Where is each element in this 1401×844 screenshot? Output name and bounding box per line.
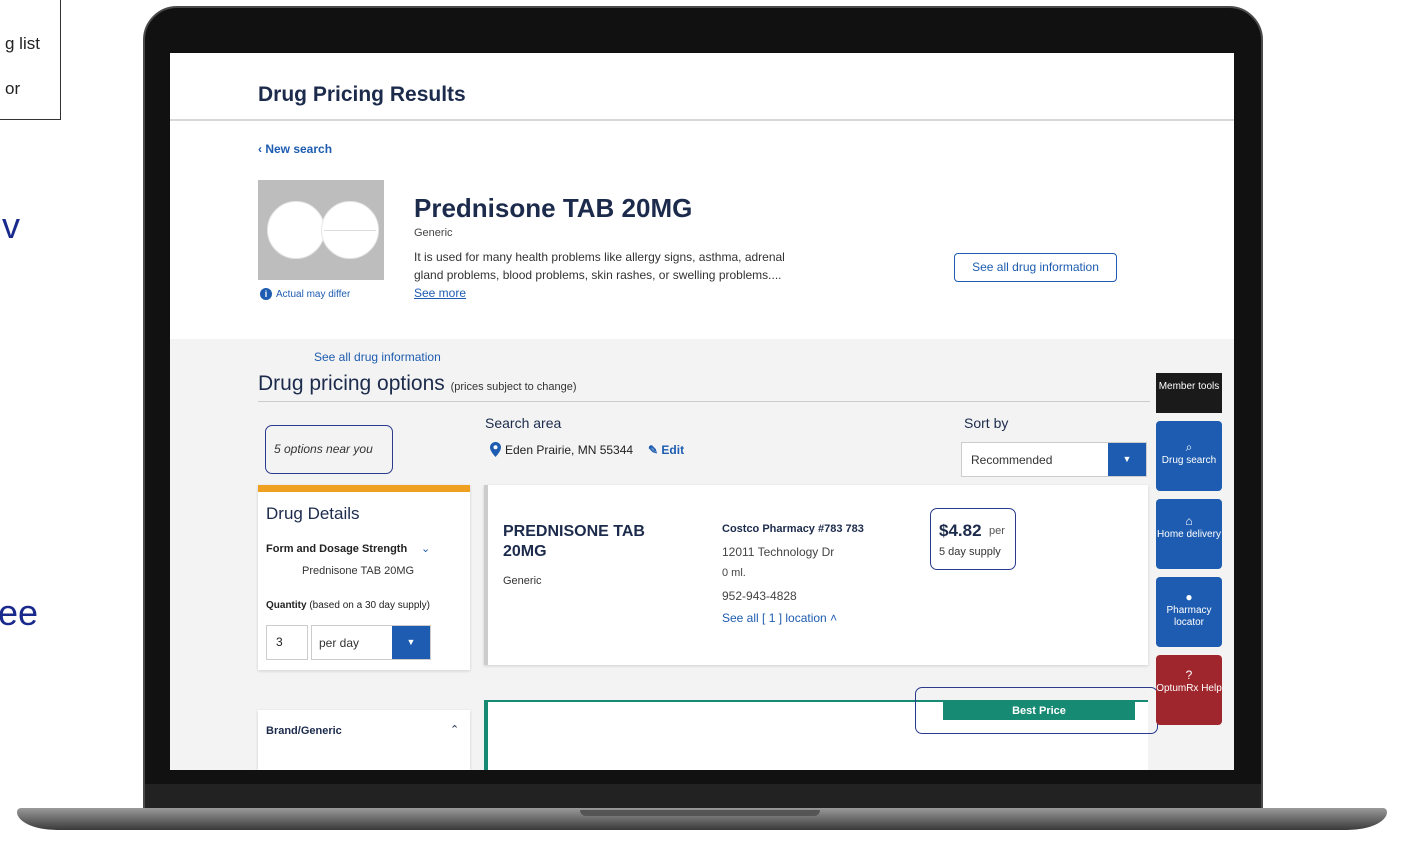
chevron-down-icon[interactable]: ⌄ xyxy=(421,542,430,555)
text-box-fragment: g list or xyxy=(0,0,61,120)
chevron-up-icon[interactable]: ⌃ xyxy=(450,723,459,736)
best-price-highlight: Best Price xyxy=(915,687,1158,734)
search-icon: ⌕ xyxy=(1185,440,1193,454)
drug-details-card: Drug Details Form and Dosage Strength ⌄ … xyxy=(258,485,470,670)
laptop-notch xyxy=(580,810,820,816)
brand-generic-label: Brand/Generic xyxy=(266,725,342,737)
pharmacy-name: Costco Pharmacy #783 783 xyxy=(722,523,864,535)
price-highlight: $4.82 per 5 day supply xyxy=(930,508,1016,570)
pricing-options-title: Drug pricing options xyxy=(258,372,445,395)
divider xyxy=(258,401,1150,402)
best-price-badge: Best Price xyxy=(943,702,1135,720)
sort-by-label: Sort by xyxy=(964,415,1009,431)
price-supply: 5 day supply xyxy=(939,546,1001,558)
sort-selected-value: Recommended xyxy=(971,453,1053,467)
drug-name: Prednisone TAB 20MG xyxy=(414,193,693,223)
blue-text-fragment-1: v xyxy=(2,205,20,246)
member-tools-header: Member tools xyxy=(1156,373,1222,413)
blue-text-fragment-2: ee xyxy=(0,592,39,633)
home-delivery-label: Home delivery xyxy=(1157,529,1221,540)
drug-image xyxy=(258,180,384,280)
location-pin-icon: ● xyxy=(1185,590,1193,604)
page-title: Drug Pricing Results xyxy=(258,83,466,106)
optumrx-help-tool[interactable]: ? OptumRx Help xyxy=(1156,655,1222,725)
see-all-drug-info-link[interactable]: See all drug information xyxy=(314,350,441,364)
drug-description: It is used for many health problems like… xyxy=(414,250,785,282)
image-disclaimer: Actual may differ xyxy=(276,289,351,300)
location-pin-icon xyxy=(490,442,501,457)
pharmacy-distance: 0 ml. xyxy=(722,567,746,579)
laptop-screen: Drug Pricing Results ‹ New search i Actu… xyxy=(170,53,1234,770)
chevron-up-icon: ˄ xyxy=(830,611,838,625)
see-all-locations-label: See all [ 1 ] location xyxy=(722,611,827,625)
see-more-link[interactable]: See more xyxy=(414,286,466,300)
form-dosage-value: Prednisone TAB 20MG xyxy=(302,565,415,577)
drug-search-tool[interactable]: ⌕ Drug search xyxy=(1156,421,1222,491)
sort-select[interactable]: Recommended ▼ xyxy=(961,442,1147,477)
pharmacy-locator-label: Pharmacy locator xyxy=(1166,605,1212,628)
pencil-icon: ✎ xyxy=(648,443,659,457)
quantity-note: (based on a 30 day supply) xyxy=(309,600,430,611)
quantity-input[interactable]: 3 xyxy=(266,625,308,660)
laptop-hinge xyxy=(145,784,1261,810)
info-icon: i xyxy=(260,288,272,300)
form-dosage-label[interactable]: Form and Dosage Strength xyxy=(266,543,407,555)
quantity-unit-value: per day xyxy=(319,636,360,650)
pharmacy-result-card: PREDNISONE TAB 20MG Generic Costco Pharm… xyxy=(484,485,1148,665)
optumrx-help-label: OptumRx Help xyxy=(1156,683,1222,694)
chevron-down-icon[interactable]: ▼ xyxy=(1108,443,1146,476)
drug-search-label: Drug search xyxy=(1161,455,1217,466)
result-drug-type: Generic xyxy=(503,575,542,587)
fragment-line-1: g list xyxy=(5,34,40,53)
fragment-line-2: or xyxy=(5,79,21,98)
search-location: Eden Prairie, MN 55344 xyxy=(505,443,634,457)
search-area-label: Search area xyxy=(485,415,562,431)
edit-location-link[interactable]: ✎ Edit xyxy=(648,443,684,457)
home-icon: ⌂ xyxy=(1185,514,1193,528)
chevron-down-icon[interactable]: ▼ xyxy=(392,626,430,659)
drug-type: Generic xyxy=(414,227,453,239)
see-all-locations-link[interactable]: See all [ 1 ] location ˄ xyxy=(722,611,837,625)
options-count: 5 options near you xyxy=(265,425,393,474)
brand-generic-filter[interactable]: Brand/Generic ⌃ xyxy=(258,710,470,770)
pricing-options-subtitle: (prices subject to change) xyxy=(450,381,577,393)
pharmacy-locator-tool[interactable]: ● Pharmacy locator xyxy=(1156,577,1222,647)
see-all-drug-info-button[interactable]: See all drug information xyxy=(954,253,1117,282)
new-search-link[interactable]: ‹ New search xyxy=(258,142,332,156)
pricing-options-heading: Drug pricing options (prices subject to … xyxy=(258,372,577,396)
drug-details-title: Drug Details xyxy=(266,504,360,523)
edit-label: Edit xyxy=(661,443,685,457)
quantity-label: Quantity (based on a 30 day supply) xyxy=(266,600,430,611)
quantity-unit-select[interactable]: per day ▼ xyxy=(311,625,431,660)
pill-image-left xyxy=(267,201,325,259)
quantity-label-text: Quantity xyxy=(266,600,307,611)
pharmacy-address: 12011 Technology Dr xyxy=(722,545,835,559)
result-drug-name: PREDNISONE TAB 20MG xyxy=(503,523,645,560)
pill-image-right xyxy=(321,201,379,259)
home-delivery-tool[interactable]: ⌂ Home delivery xyxy=(1156,499,1222,569)
pharmacy-phone: 952-943-4828 xyxy=(722,589,797,603)
price-per: per xyxy=(989,525,1005,537)
price-value: $4.82 xyxy=(939,521,982,540)
help-icon: ? xyxy=(1185,668,1193,682)
